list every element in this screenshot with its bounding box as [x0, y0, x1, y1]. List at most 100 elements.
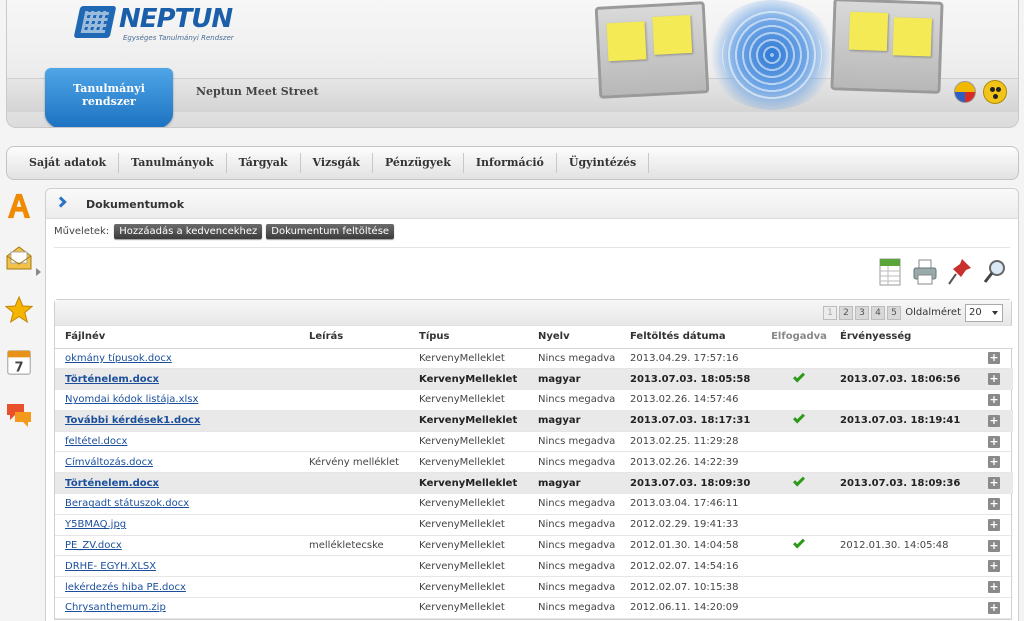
page-size-select[interactable]: 20: [965, 304, 1003, 322]
logo-mark-icon: [73, 6, 117, 38]
actions-label: Műveletek:: [54, 226, 110, 237]
nav-tanulmanyok[interactable]: Tanulmányok: [119, 153, 227, 173]
page-4-button[interactable]: 4: [871, 306, 885, 320]
upload-date-cell: 2013.07.03. 18:09:30: [620, 472, 768, 495]
plus-icon[interactable]: +: [988, 435, 1000, 448]
search-icon[interactable]: [982, 257, 1008, 287]
plus-icon[interactable]: +: [988, 539, 1000, 552]
accepted-cell: [768, 576, 830, 599]
color-theme-icon[interactable]: [954, 81, 976, 103]
chat-bubbles-icon[interactable]: [5, 400, 33, 428]
plus-icon[interactable]: +: [988, 497, 1000, 510]
table-row[interactable]: feltétel.docx KervenyMelleklet Nincs megad…: [55, 431, 1013, 453]
nav-targyak[interactable]: Tárgyak: [227, 153, 301, 173]
nav-sajat-adatok[interactable]: Saját adatok: [17, 153, 120, 173]
file-link[interactable]: Nyomdai kódok listája.xlsx: [55, 389, 299, 411]
star-icon[interactable]: [5, 296, 33, 324]
table-row[interactable]: Y5BMAQ.jpg KervenyMelleklet Nincs megadva 2…: [55, 514, 1013, 536]
validity-cell: 2013.07.03. 18:09:36: [830, 472, 975, 495]
table-row[interactable]: Történelem.docx KervenyMelleklet magyar 201…: [55, 472, 1013, 495]
table-row[interactable]: Történelem.docx KervenyMelleklet magyar 201…: [55, 368, 1013, 391]
plus-icon[interactable]: +: [988, 456, 1000, 469]
table-row[interactable]: Chrysanthemum.zip KervenyMelleklet Nincs m…: [55, 597, 1013, 619]
file-link[interactable]: feltétel.docx: [55, 431, 299, 453]
plus-icon[interactable]: +: [988, 477, 1000, 490]
column-header-description[interactable]: Leírás: [299, 326, 409, 349]
nav-penzugyek[interactable]: Pénzügyek: [373, 153, 464, 173]
table-row[interactable]: PE_ZV.docx mellékletecske KervenyMelleklet…: [55, 535, 1013, 557]
page-5-button[interactable]: 5: [887, 306, 901, 320]
page-3-button[interactable]: 3: [855, 306, 869, 320]
page-2-button[interactable]: 2: [839, 306, 853, 320]
excel-export-icon[interactable]: [877, 257, 903, 287]
column-header-language[interactable]: Nyelv: [528, 326, 620, 349]
chevron-right-icon[interactable]: [55, 196, 67, 208]
tab-neptun-meet-street[interactable]: Neptun Meet Street: [196, 85, 319, 98]
plus-icon[interactable]: +: [988, 373, 1000, 386]
illustration-window-right: [830, 0, 944, 94]
side-expand-arrow-icon[interactable]: [36, 268, 41, 276]
type-cell: KervenyMelleklet: [409, 576, 528, 599]
accepted-cell: [768, 348, 830, 370]
description-cell: [299, 410, 409, 432]
column-header-filename[interactable]: Fájlnév: [55, 326, 299, 349]
pager-pages: 1 2 3 4 5: [823, 306, 901, 320]
table-header-row: Fájlnév Leírás Típus Nyelv Feltöltés dát…: [55, 326, 1013, 349]
file-link[interactable]: Történelem.docx: [55, 368, 299, 391]
table-row[interactable]: További kérdések1.docx KervenyMelleklet ma…: [55, 410, 1013, 432]
plus-icon[interactable]: +: [988, 601, 1000, 614]
checkmark-icon: [792, 536, 806, 549]
tab-tanulmanyi-rendszer[interactable]: Tanulmányi rendszer: [45, 68, 173, 127]
table-row[interactable]: Beragadt státuszok.docx KervenyMelleklet N…: [55, 493, 1013, 515]
table-row[interactable]: lekérdezés hiba PE.docx KervenyMelleklet N…: [55, 576, 1013, 599]
nav-informacio[interactable]: Információ: [464, 153, 557, 173]
plus-icon[interactable]: +: [988, 518, 1000, 531]
column-header-upload-date[interactable]: Feltöltés dátuma: [620, 326, 768, 349]
table-row[interactable]: Nyomdai kódok listája.xlsx KervenyMellekl…: [55, 389, 1013, 411]
add-to-favorites-button[interactable]: Hozzáadás a kedvencekhez: [114, 224, 263, 239]
documents-grid: 1 2 3 4 5 Oldalméret 20 Fájlnév Leírás T…: [54, 299, 1013, 620]
panel-header: Dokumentumok: [46, 189, 1018, 219]
file-link[interactable]: További kérdések1.docx: [55, 410, 299, 432]
table-row[interactable]: okmány típusok.docx KervenyMelleklet Nincs…: [55, 348, 1013, 370]
description-cell: mellékletecske: [299, 535, 409, 557]
plus-icon[interactable]: +: [988, 560, 1000, 573]
column-header-type[interactable]: Típus: [409, 326, 528, 349]
calendar-icon[interactable]: 7: [5, 348, 33, 376]
column-header-validity[interactable]: Érvényesség: [830, 326, 975, 349]
language-cell: Nincs megadva: [528, 431, 620, 453]
plus-icon[interactable]: +: [988, 581, 1000, 594]
row-actions-cell: +: [975, 389, 1013, 411]
plus-icon[interactable]: +: [988, 414, 1000, 427]
table-row[interactable]: Címváltozás.docx Kérvény melléklet Kerveny…: [55, 451, 1013, 474]
accessibility-icon[interactable]: [983, 80, 1007, 104]
print-icon[interactable]: [912, 257, 938, 287]
app-header: NEPTUN Egységes Tanulmányi Rendszer Tanu…: [6, 0, 1019, 128]
table-row[interactable]: DRHE- EGYH.XLSX KervenyMelleklet Nincs meg…: [55, 555, 1013, 578]
column-header-accepted[interactable]: Elfogadva: [768, 326, 830, 349]
file-link[interactable]: PE_ZV.docx: [55, 535, 299, 557]
file-link[interactable]: Y5BMAQ.jpg: [55, 514, 299, 536]
upload-date-cell: 2012.01.30. 14:04:58: [620, 535, 768, 557]
plus-icon[interactable]: +: [988, 393, 1000, 406]
file-link[interactable]: Címváltozás.docx: [55, 451, 299, 474]
file-link[interactable]: DRHE- EGYH.XLSX: [55, 555, 299, 578]
file-link[interactable]: okmány típusok.docx: [55, 348, 299, 370]
upload-date-cell: 2013.02.26. 14:22:39: [620, 451, 768, 474]
text-size-icon[interactable]: [5, 192, 33, 220]
accepted-cell: [768, 410, 830, 432]
language-cell: magyar: [528, 368, 620, 391]
envelope-icon[interactable]: [5, 244, 33, 272]
file-link[interactable]: Beragadt státuszok.docx: [55, 493, 299, 515]
file-link[interactable]: Történelem.docx: [55, 472, 299, 495]
validity-cell: [830, 514, 975, 536]
type-cell: KervenyMelleklet: [409, 410, 528, 432]
upload-document-button[interactable]: Dokumentum feltöltése: [266, 224, 395, 239]
nav-ugyintezes[interactable]: Ügyintézés: [557, 153, 650, 173]
nav-vizsgak[interactable]: Vizsgák: [301, 153, 373, 173]
file-link[interactable]: lekérdezés hiba PE.docx: [55, 576, 299, 599]
pin-icon[interactable]: [947, 257, 973, 287]
plus-icon[interactable]: +: [988, 352, 1000, 365]
file-link[interactable]: Chrysanthemum.zip: [55, 597, 299, 619]
page-1-button[interactable]: 1: [823, 306, 837, 320]
